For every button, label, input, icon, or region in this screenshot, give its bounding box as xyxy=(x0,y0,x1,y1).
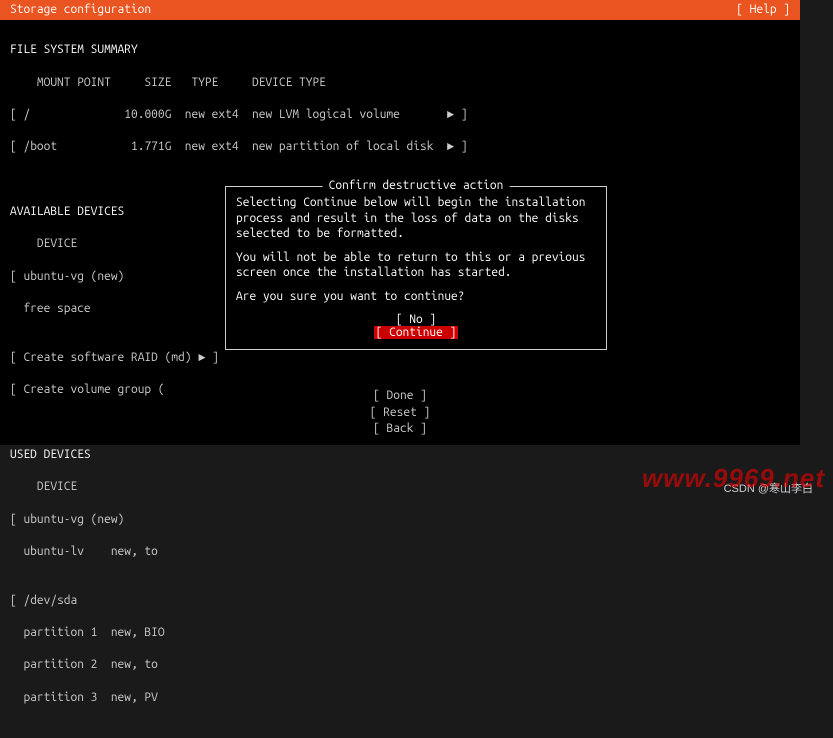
available-title: AVAILABLE DEVICES xyxy=(10,205,124,218)
site-watermark: www.9969.net xyxy=(642,463,825,494)
continue-button[interactable]: [ Continue ] xyxy=(374,326,459,339)
window-title: Storage configuration xyxy=(10,0,151,20)
dialog-title: Confirm destructive action xyxy=(323,179,510,192)
installer-window: Storage configuration [ Help ] FILE SYST… xyxy=(0,0,800,445)
no-button[interactable]: [ No ] xyxy=(394,313,438,326)
fs-header-row: MOUNT POINT SIZE TYPE DEVICE TYPE xyxy=(10,75,790,91)
footer-buttons: [ Done ] [ Reset ] [ Back ] xyxy=(0,388,800,437)
arrow-icon: ► xyxy=(447,140,454,153)
reset-button[interactable]: [ Reset ] xyxy=(370,406,430,419)
used-title: USED DEVICES xyxy=(10,448,91,461)
done-button[interactable]: [ Done ] xyxy=(373,389,427,402)
partition-row[interactable]: partition 2 new, to xyxy=(10,657,790,673)
arrow-icon: ► xyxy=(198,351,205,364)
lv-row[interactable]: ubuntu-lv new, to xyxy=(10,544,790,560)
back-button[interactable]: [ Back ] xyxy=(373,422,427,435)
col-mount: MOUNT POINT xyxy=(37,76,111,89)
col-type: TYPE xyxy=(191,76,218,89)
create-raid-button[interactable]: [ Create software RAID (md) ► ] xyxy=(10,350,790,366)
partition-row[interactable]: partition 1 new, BIO xyxy=(10,625,790,641)
arrow-icon: ► xyxy=(447,108,454,121)
partition-row[interactable]: partition 3 new, PV xyxy=(10,690,790,706)
col-devtype: DEVICE TYPE xyxy=(252,76,326,89)
fs-row[interactable]: [ / 10.000G new ext4 new LVM logical vol… xyxy=(10,107,790,123)
help-button[interactable]: [ Help ] xyxy=(736,0,790,20)
col-device: DEVICE xyxy=(37,237,77,250)
dialog-buttons: [ No ] [ Continue ] xyxy=(236,313,596,339)
col-device: DEVICE xyxy=(37,480,77,493)
fs-summary-title: FILE SYSTEM SUMMARY xyxy=(10,43,138,56)
fs-row[interactable]: [ /boot 1.771G new ext4 new partition of… xyxy=(10,139,790,155)
dialog-text: You will not be able to return to this o… xyxy=(236,250,596,281)
header-bar: Storage configuration [ Help ] xyxy=(0,0,800,20)
col-size: SIZE xyxy=(144,76,171,89)
dialog-text: Are you sure you want to continue? xyxy=(236,289,596,305)
device-row[interactable]: [ ubuntu-vg (new) xyxy=(10,512,790,528)
disk-row[interactable]: [ /dev/sda xyxy=(10,593,790,609)
dialog-text: Selecting Continue below will begin the … xyxy=(236,195,596,242)
main-content: FILE SYSTEM SUMMARY MOUNT POINT SIZE TYP… xyxy=(0,20,800,738)
confirm-dialog: Confirm destructive action Selecting Con… xyxy=(225,186,607,350)
